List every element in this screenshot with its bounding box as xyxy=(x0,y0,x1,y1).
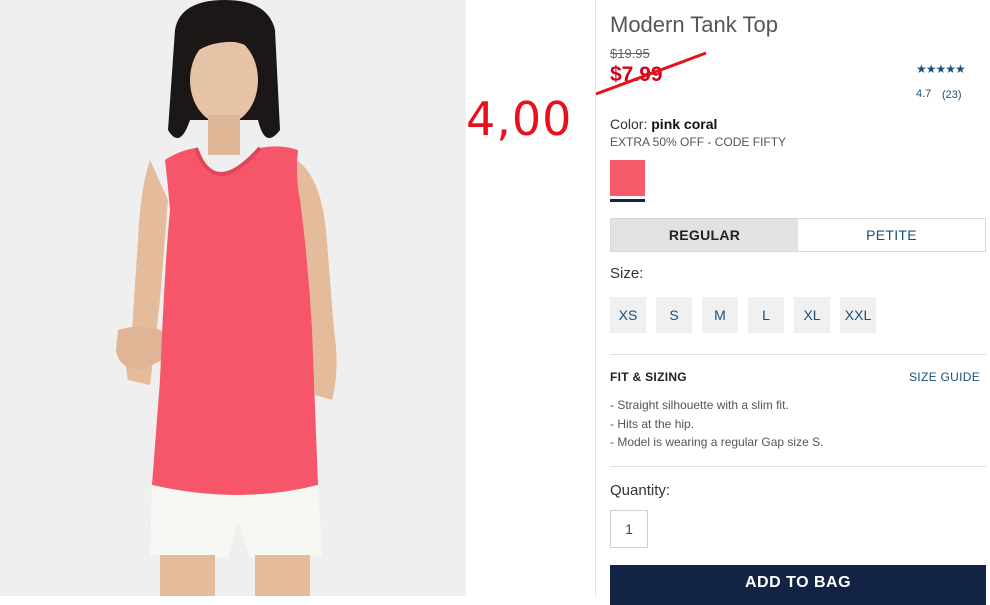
quantity-field[interactable]: 1 xyxy=(610,510,648,548)
add-to-bag-button[interactable]: ADD TO BAG xyxy=(610,565,986,605)
size-button-s[interactable]: S xyxy=(656,297,692,333)
size-button-xxl[interactable]: XXL xyxy=(840,297,876,333)
tab-petite[interactable]: PETITE xyxy=(798,219,985,251)
model-illustration xyxy=(0,0,466,596)
panel-divider xyxy=(595,0,596,596)
rating-stars-icon[interactable]: ★★★★★ xyxy=(916,62,966,76)
tab-regular[interactable]: REGULAR xyxy=(611,219,798,251)
review-count-link[interactable]: (23) xyxy=(942,89,962,101)
list-item: - Model is wearing a regular Gap size S. xyxy=(610,435,824,449)
rating-value: 4.7 xyxy=(916,88,932,100)
size-guide-link[interactable]: SIZE GUIDE xyxy=(909,370,980,384)
original-price: $19.95 xyxy=(610,46,650,61)
section-divider xyxy=(610,354,986,355)
fit-sizing-heading: FIT & SIZING xyxy=(610,370,687,384)
list-item: - Straight silhouette with a slim fit. xyxy=(610,398,789,412)
size-options: XS S M L XL XXL xyxy=(610,297,876,333)
size-button-m[interactable]: M xyxy=(702,297,738,333)
product-title: Modern Tank Top xyxy=(610,12,778,37)
section-divider xyxy=(610,466,986,467)
price-annotation: 4,00 xyxy=(466,92,573,146)
size-button-xl[interactable]: XL xyxy=(794,297,830,333)
quantity-label: Quantity: xyxy=(610,482,671,499)
size-button-l[interactable]: L xyxy=(748,297,784,333)
size-label: Size: xyxy=(610,265,644,282)
size-button-xs[interactable]: XS xyxy=(610,297,646,333)
color-info: Color: pink coral xyxy=(610,116,717,132)
sale-price: $7.99 xyxy=(610,63,663,86)
list-item: - Hits at the hip. xyxy=(610,416,695,431)
color-label: Color: xyxy=(610,116,648,132)
promo-text: EXTRA 50% OFF - CODE FIFTY xyxy=(610,135,787,149)
fit-selector: REGULAR PETITE xyxy=(610,218,986,252)
fit-details-list: - Straight silhouette with a slim fit. -… xyxy=(610,396,823,452)
product-photo[interactable] xyxy=(0,0,466,596)
color-swatch-pink-coral[interactable] xyxy=(610,160,645,199)
color-name: pink coral xyxy=(651,116,718,132)
